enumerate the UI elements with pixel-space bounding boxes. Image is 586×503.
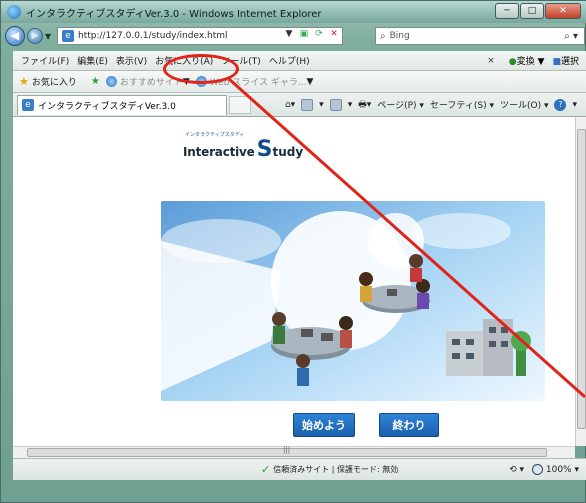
star-icon: ★ (19, 75, 29, 88)
select-label: 選択 (560, 57, 579, 67)
stop-icon[interactable]: ✕ (328, 29, 340, 39)
url-field[interactable]: e http://127.0.0.1/study/index.html ▼ ▣ … (57, 27, 343, 45)
favorites-button[interactable]: ★ お気に入り (19, 75, 77, 88)
window-title: インタラクティブスタディVer.3.0 - Windows Internet E… (26, 8, 322, 20)
vertical-scroll-thumb[interactable] (577, 129, 586, 429)
browser-window: インタラクティブスタディVer.3.0 - Windows Internet E… (0, 0, 586, 503)
tab-label: インタラクティブスタディVer.3.0 (38, 101, 176, 112)
feeds-icon[interactable] (301, 98, 314, 111)
maximize-button[interactable]: □ (520, 3, 544, 19)
tab-bar: e インタラクティブスタディVer.3.0 ⌂▾ ▾ ▾ 🖶▾ ページ(P) ▾… (13, 93, 586, 117)
select-button[interactable]: ■選択 (552, 54, 579, 67)
new-tab-button[interactable] (229, 95, 251, 114)
close-button[interactable]: ✕ (545, 3, 581, 19)
scroll-grip-icon: ||| (283, 446, 291, 454)
logo-s-mark: S (256, 137, 273, 162)
start-button[interactable]: 始めよう (293, 413, 355, 437)
help-icon[interactable]: ? (554, 98, 567, 111)
favorites-bar: ★ お気に入り ★ おすすめサイト ▼ Web スライス ギャラ... ▼ (13, 71, 586, 93)
search-icon: ⌕ (380, 30, 386, 42)
status-bar: ✓ 信頼済みサイト | 保護モード: 無効 ⟲ ▾ 100% ▾ (13, 458, 586, 480)
menu-help[interactable]: ヘルプ(H) (269, 54, 310, 67)
site-favicon-icon: e (62, 30, 74, 42)
classroom-illustration (161, 201, 545, 401)
end-button[interactable]: 終わり (379, 413, 439, 437)
page-menu[interactable]: ページ(P) ▾ (377, 98, 424, 111)
logo-kana: インタラクティブスタディ (185, 132, 245, 138)
zoom-button[interactable]: 100% ▾ (532, 464, 579, 475)
logo-tudy: tudy (272, 145, 304, 159)
tab-current[interactable]: e インタラクティブスタディVer.3.0 (17, 94, 227, 115)
mail-icon[interactable] (329, 98, 342, 111)
safety-menu[interactable]: セーフティ(S) ▾ (430, 98, 494, 111)
menu-file[interactable]: ファイル(F) (21, 54, 69, 67)
menu-view[interactable]: 表示(V) (116, 54, 147, 67)
status-right-tools: ⟲ ▾ 100% ▾ (509, 464, 579, 475)
zoom-label: 100% (545, 465, 572, 475)
status-text: 信頼済みサイト | 保護モード: 無効 (273, 465, 399, 474)
annotation-circle (163, 54, 239, 84)
compatibility-icon[interactable]: ▣ (298, 29, 310, 39)
convert-label: 変換 (516, 57, 535, 67)
page-content: インタラクティブスタディ Interactive S tudy 始めよう 終わり (13, 117, 575, 446)
app-logo: インタラクティブスタディ Interactive S tudy (183, 132, 304, 162)
url-text[interactable]: http://127.0.0.1/study/index.html (78, 31, 248, 41)
forward-button[interactable]: ▶ (27, 28, 43, 44)
vertical-scrollbar[interactable] (575, 117, 586, 446)
title-bar: インタラクティブスタディVer.3.0 - Windows Internet E… (1, 1, 586, 23)
search-go-icon[interactable]: ⌕ ▾ (564, 31, 578, 42)
zoom-icon (532, 464, 543, 475)
suggested-sites-icon (105, 76, 117, 87)
menu-edit[interactable]: 編集(E) (77, 54, 108, 67)
address-buttons: ▼ ▣ ⟳ ✕ (283, 29, 340, 39)
convert-button[interactable]: ●変換 ▼ (509, 54, 545, 67)
close-toolbar-icon[interactable]: × (487, 56, 495, 66)
change-zone-icon[interactable]: ⟲ ▾ (509, 465, 524, 475)
add-favorite-icon[interactable]: ★ (91, 76, 100, 87)
recent-pages-dropdown[interactable]: ▼ (45, 32, 53, 41)
tab-favicon-icon: e (22, 99, 34, 111)
search-field[interactable]: ⌕ Bing ⌕ ▾ (375, 27, 585, 45)
safety-menu-label: セーフティ(S) (429, 101, 487, 111)
address-bar: ◀ ▶ ▼ e http://127.0.0.1/study/index.htm… (1, 23, 586, 49)
ie-logo-icon (7, 5, 21, 19)
window-controls: ─ □ ✕ (495, 3, 581, 19)
hero-illustration (161, 201, 545, 401)
command-bar: ⌂▾ ▾ ▾ 🖶▾ ページ(P) ▾ セーフティ(S) ▾ ツール(O) ▾ ?… (285, 97, 577, 113)
dropdown-icon[interactable]: ▼ (283, 29, 295, 39)
tools-menu-label: ツール(O) (499, 101, 542, 111)
page-menu-label: ページ(P) (377, 101, 417, 111)
refresh-icon[interactable]: ⟳ (313, 29, 325, 39)
security-zone[interactable]: ✓ 信頼済みサイト | 保護モード: 無効 (261, 463, 398, 476)
logo-interactive: Interactive (183, 145, 255, 159)
favorites-label: お気に入り (31, 78, 77, 88)
check-icon: ✓ (261, 463, 271, 476)
back-button[interactable]: ◀ (5, 26, 25, 46)
search-placeholder[interactable]: Bing (390, 31, 410, 41)
print-icon[interactable]: 🖶▾ (358, 97, 371, 113)
horizontal-scrollbar[interactable]: ||| (13, 446, 575, 458)
menu-right-tools: × ●変換 ▼ ■選択 (487, 54, 579, 68)
minimize-button[interactable]: ─ (495, 3, 519, 19)
home-icon[interactable]: ⌂▾ (285, 100, 295, 110)
menu-bar: ファイル(F) 編集(E) 表示(V) お気に入り(A) ツール(T) ヘルプ(… (13, 51, 586, 71)
tools-menu[interactable]: ツール(O) ▾ (500, 98, 549, 111)
